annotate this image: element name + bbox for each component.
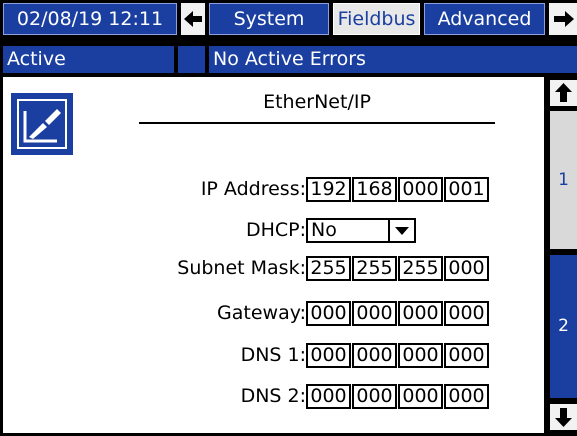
left-arrow-icon[interactable] bbox=[181, 3, 205, 35]
gateway-octet-3[interactable]: 000 bbox=[398, 301, 443, 326]
dns2-octet-4[interactable]: 000 bbox=[444, 384, 489, 409]
chevron-down-icon[interactable] bbox=[388, 220, 414, 241]
subnet-octet-3[interactable]: 255 bbox=[398, 256, 443, 281]
gateway-octet-2[interactable]: 000 bbox=[352, 301, 397, 326]
dhcp-value: No bbox=[311, 219, 337, 241]
dns1-octet-3[interactable]: 000 bbox=[398, 343, 443, 368]
status-bar: Active No Active Errors bbox=[0, 41, 577, 73]
edit-icon bbox=[23, 109, 61, 143]
tab-fieldbus[interactable]: Fieldbus bbox=[333, 3, 420, 35]
page-2-button[interactable]: 2 bbox=[550, 255, 577, 398]
up-arrow-icon bbox=[555, 83, 572, 102]
dns2-octet-3[interactable]: 000 bbox=[398, 384, 443, 409]
dns2-octet-2[interactable]: 000 bbox=[352, 384, 397, 409]
dhcp-label: DHCP: bbox=[245, 219, 306, 241]
down-arrow-icon[interactable] bbox=[550, 404, 577, 430]
ip-octet-3[interactable]: 000 bbox=[398, 177, 443, 202]
subnet-octet-2[interactable]: 255 bbox=[352, 256, 397, 281]
tab-advanced[interactable]: Advanced bbox=[424, 3, 545, 35]
datetime: 02/08/19 12:11 bbox=[3, 3, 177, 35]
right-arrow-icon[interactable] bbox=[549, 3, 577, 35]
screen-title: EtherNet/IP bbox=[263, 91, 371, 113]
dns2-octet-1[interactable]: 000 bbox=[306, 384, 351, 409]
dns1-octet-2[interactable]: 000 bbox=[352, 343, 397, 368]
ip-octet-2[interactable]: 168 bbox=[352, 177, 397, 202]
dns1-octet-4[interactable]: 000 bbox=[444, 343, 489, 368]
subnet-octet-1[interactable]: 255 bbox=[306, 256, 351, 281]
up-arrow-icon[interactable] bbox=[550, 80, 577, 106]
dns2-label: DNS 2: bbox=[240, 385, 306, 407]
gateway-label: Gateway: bbox=[217, 302, 306, 324]
top-bar: 02/08/19 12:11 System Fieldbus Advanced bbox=[0, 0, 577, 37]
ip-octet-4[interactable]: 001 bbox=[444, 177, 489, 202]
gateway-octet-1[interactable]: 000 bbox=[306, 301, 351, 326]
dns1-octet-1[interactable]: 000 bbox=[306, 343, 351, 368]
title-divider bbox=[139, 122, 495, 124]
display-screen: 02/08/19 12:11 System Fieldbus Advanced … bbox=[0, 0, 577, 436]
left-arrow-icon bbox=[184, 11, 202, 27]
main-panel: EtherNet/IP IP Address: 192 168 000 001 … bbox=[3, 77, 544, 433]
chevron-down-icon bbox=[395, 227, 409, 235]
down-arrow-icon bbox=[555, 408, 572, 427]
subnet-octet-4[interactable]: 000 bbox=[444, 256, 489, 281]
page-nav: 1 2 bbox=[547, 77, 577, 436]
dhcp-select[interactable]: No bbox=[306, 218, 416, 243]
ip-octet-1[interactable]: 192 bbox=[306, 177, 351, 202]
dns1-label: DNS 1: bbox=[240, 344, 306, 366]
status-state: Active bbox=[3, 46, 174, 73]
status-indicator bbox=[178, 46, 205, 73]
edit-icon[interactable] bbox=[11, 93, 73, 155]
status-errors: No Active Errors bbox=[209, 46, 577, 73]
subnet-mask-label: Subnet Mask: bbox=[177, 257, 306, 279]
tab-system[interactable]: System bbox=[209, 3, 329, 35]
gateway-octet-4[interactable]: 000 bbox=[444, 301, 489, 326]
ip-address-label: IP Address: bbox=[200, 178, 306, 200]
page-1-button[interactable]: 1 bbox=[550, 111, 577, 249]
right-arrow-icon bbox=[554, 11, 574, 27]
